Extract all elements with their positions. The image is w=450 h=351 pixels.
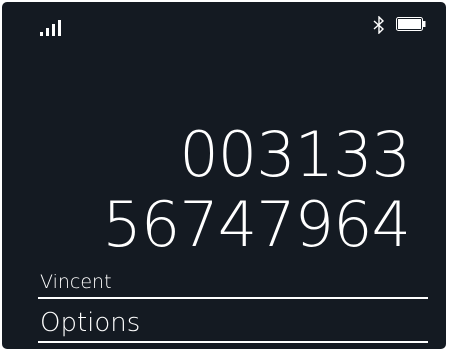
dialed-number-line-2: 56747964 (102, 188, 411, 261)
dialed-number: 003133 56747964 (102, 118, 411, 261)
contact-divider (38, 297, 428, 299)
phone-screen: 003133 56747964 Vincent Options (2, 2, 446, 349)
dialed-number-line-1: 003133 (179, 118, 411, 191)
options-divider (38, 341, 428, 343)
phone-frame: 003133 56747964 Vincent Options (0, 0, 450, 351)
contact-name: Vincent (40, 271, 112, 293)
battery-icon (396, 17, 426, 31)
options-button[interactable]: Options (40, 307, 140, 339)
signal-bars-icon (40, 20, 61, 36)
bluetooth-icon (373, 16, 385, 34)
